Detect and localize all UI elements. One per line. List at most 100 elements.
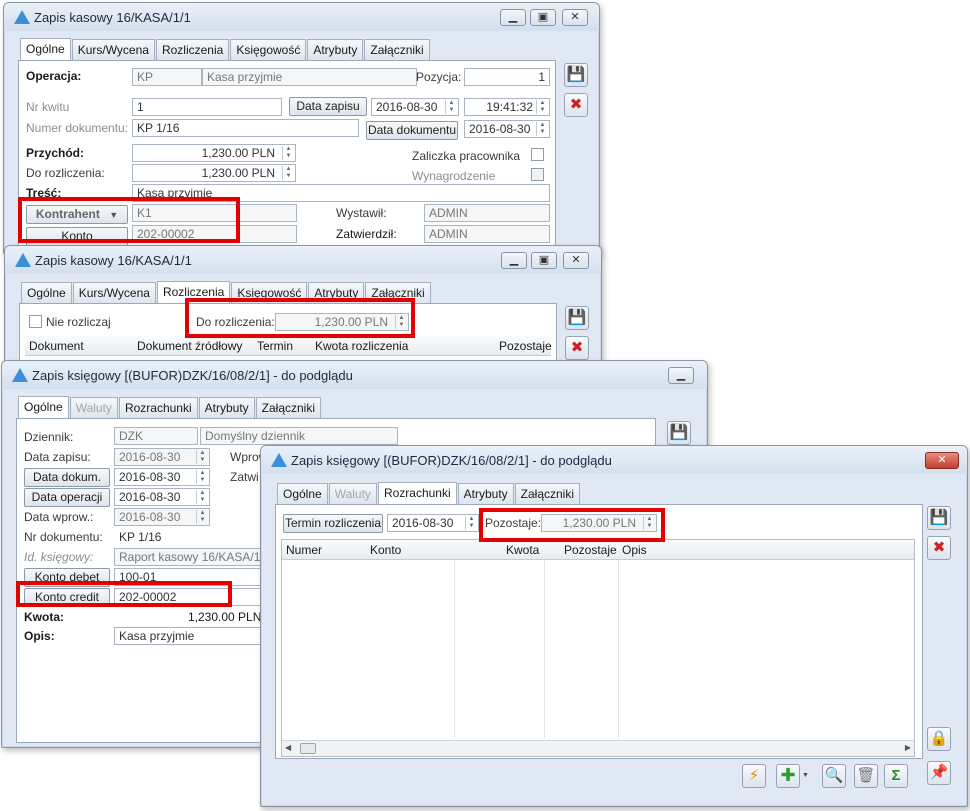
column-header[interactable]: Numer — [286, 543, 322, 557]
tab-atrybuty[interactable]: Atrybuty — [457, 483, 514, 504]
dziennik-name-field[interactable]: Domyślny dziennik — [200, 427, 398, 445]
save-icon[interactable]: 💾 — [667, 421, 691, 445]
column-header[interactable]: Konto — [370, 543, 401, 557]
save-icon[interactable]: 💾 — [927, 506, 951, 530]
tab-ksiegowosc[interactable]: Księgowość — [230, 39, 307, 60]
close-button[interactable]: ✕ — [925, 452, 959, 469]
termin-rozliczenia-field[interactable]: 2016-08-30 ▲ ▼ — [387, 514, 479, 532]
spinner-icon[interactable]: ▲ ▼ — [465, 516, 477, 530]
dziennik-label: Dziennik: — [24, 430, 74, 444]
tab-zalaczniki[interactable]: Załączniki — [364, 39, 430, 60]
tab-ogolne[interactable]: Ogólne — [18, 396, 69, 419]
tab-zalaczniki[interactable]: Załączniki — [255, 397, 322, 418]
column-header[interactable]: Dokument — [29, 339, 84, 353]
data-zapisu-button[interactable]: Data zapisu — [289, 97, 367, 116]
spinner-icon[interactable]: ▲ ▼ — [196, 470, 208, 484]
tab-ogolne[interactable]: Ogólne — [21, 282, 72, 303]
column-header[interactable]: Kwota — [506, 543, 539, 557]
tab-rozliczenia[interactable]: Rozliczenia — [155, 39, 230, 60]
column-header[interactable]: Pozostaje — [499, 339, 552, 353]
id-ksiegowy-field[interactable]: Raport kasowy 16/KASA/1 — [114, 548, 264, 566]
spinner-icon[interactable]: ▲ ▼ — [536, 122, 548, 136]
spinner-icon[interactable]: ▲ ▼ — [536, 100, 548, 114]
tab-atrybuty[interactable]: Atrybuty — [198, 397, 255, 418]
spinner-icon[interactable]: ▲ ▼ — [196, 490, 208, 504]
data-operacji-field[interactable]: 2016-08-30 ▲ ▼ — [114, 488, 210, 506]
tab-rozrachunki[interactable]: Rozrachunki — [377, 482, 457, 505]
nr-dokumentu-label: Nr dokumentu: — [24, 530, 103, 544]
column-header[interactable]: Kwota rozliczenia — [315, 339, 408, 353]
operacja-name-field[interactable]: Kasa przyjmie — [202, 68, 417, 86]
tab-kurs-wycena[interactable]: Kurs/Wycena — [71, 39, 155, 60]
minimize-button[interactable]: ▁ — [668, 367, 694, 384]
data-dokumentu-field[interactable]: 2016-08-30 ▲ ▼ — [114, 468, 210, 486]
trash-icon[interactable]: 🗑 — [854, 764, 878, 788]
spinner-icon[interactable]: ▲ ▼ — [196, 450, 208, 464]
wynagrodzenie-checkbox[interactable] — [531, 168, 544, 181]
search-icon[interactable]: 🔍 — [822, 764, 846, 788]
tab-zalaczniki[interactable]: Załączniki — [514, 483, 581, 504]
data-dokumentu-field[interactable]: 2016-08-30 ▲ ▼ — [464, 120, 550, 138]
save-icon[interactable]: 💾 — [564, 63, 588, 87]
do-rozliczenia-field[interactable]: 1,230.00 PLN ▲ ▼ — [132, 164, 296, 182]
scroll-right-icon[interactable]: ▶ — [905, 743, 911, 752]
pozycja-field[interactable]: 1 — [464, 68, 550, 86]
scroll-thumb[interactable] — [300, 743, 316, 754]
nr-dokumentu-field[interactable]: KP 1/16 — [114, 528, 264, 546]
column-header[interactable]: Dokument źródłowy — [137, 339, 242, 353]
close-button[interactable]: ✕ — [563, 252, 589, 269]
opis-field[interactable]: Kasa przyjmie — [114, 627, 264, 645]
sigma-icon[interactable]: Σ — [884, 764, 908, 788]
minimize-button[interactable]: ▁ — [500, 9, 526, 26]
spinner-icon[interactable]: ▲ ▼ — [445, 100, 457, 114]
spinner-icon[interactable]: ▲ ▼ — [196, 510, 208, 524]
data-dokumentu-button[interactable]: Data dokum. — [24, 468, 110, 487]
tab-rozrachunki[interactable]: Rozrachunki — [118, 397, 198, 418]
column-header[interactable]: Pozostaje — [564, 543, 617, 557]
dziennik-code-field[interactable]: DZK — [114, 427, 198, 445]
spinner-icon[interactable]: ▲ ▼ — [282, 146, 294, 160]
lightning-icon[interactable]: ⚡ — [742, 764, 766, 788]
numer-dokumentu-field[interactable]: KP 1/16 — [132, 119, 359, 137]
column-header[interactable]: Opis — [622, 543, 647, 557]
save-icon[interactable]: 💾 — [565, 306, 589, 330]
data-operacji-button[interactable]: Data operacji — [24, 488, 110, 507]
nr-kwitu-field[interactable]: 1 — [132, 98, 282, 116]
tab-kurs-wycena[interactable]: Kurs/Wycena — [72, 282, 156, 303]
close-button[interactable]: ✕ — [562, 9, 588, 26]
spinner-icon[interactable]: ▲ ▼ — [282, 166, 294, 180]
maximize-button[interactable]: ▣ — [531, 252, 557, 269]
title-bar[interactable]: Zapis księgowy [(BUFOR)DZK/16/08/2/1] - … — [261, 446, 967, 474]
operacja-code-field[interactable]: KP — [132, 68, 202, 86]
nie-rozliczaj-checkbox[interactable] — [29, 315, 42, 328]
title-bar[interactable]: Zapis kasowy 16/KASA/1/1 ▁ ▣ ✕ — [5, 246, 601, 274]
data-dokumentu-button[interactable]: Data dokumentu — [366, 121, 458, 140]
wystawil-field[interactable]: ADMIN — [424, 204, 550, 222]
cancel-icon[interactable]: ✖ — [565, 336, 589, 360]
title-bar[interactable]: Zapis kasowy 16/KASA/1/1 ▁ ▣ ✕ — [4, 3, 599, 31]
zaliczka-checkbox[interactable] — [531, 148, 544, 161]
data-wprowadzenia-field[interactable]: 2016-08-30 ▲ ▼ — [114, 508, 210, 526]
horizontal-scrollbar[interactable]: ◀ ▶ — [282, 740, 914, 756]
zatwierdzil-field[interactable]: ADMIN — [424, 225, 550, 243]
data-zapisu-field[interactable]: 2016-08-30 ▲ ▼ — [371, 98, 459, 116]
lock-icon[interactable]: 🔒 — [927, 727, 951, 751]
pin-icon[interactable]: 📌 — [927, 761, 951, 785]
title-bar[interactable]: Zapis księgowy [(BUFOR)DZK/16/08/2/1] - … — [2, 361, 707, 389]
add-icon[interactable]: ✚ — [776, 764, 800, 788]
tab-ogolne[interactable]: Ogólne — [277, 483, 328, 504]
minimize-button[interactable]: ▁ — [501, 252, 527, 269]
add-dropdown-icon[interactable]: ▼ — [802, 767, 812, 785]
maximize-button[interactable]: ▣ — [530, 9, 556, 26]
termin-rozliczenia-button[interactable]: Termin rozliczenia — [283, 514, 383, 533]
tab-ogolne[interactable]: Ogólne — [20, 38, 71, 61]
column-header[interactable]: Termin — [257, 339, 293, 353]
cancel-icon[interactable]: ✖ — [564, 93, 588, 117]
data-zapisu-field[interactable]: 2016-08-30 ▲ ▼ — [114, 448, 210, 466]
settlements-grid[interactable]: Numer Konto Kwota Pozostaje Opis ◀ ▶ — [281, 539, 915, 757]
tab-atrybuty[interactable]: Atrybuty — [307, 39, 364, 60]
przychod-field[interactable]: 1,230.00 PLN ▲ ▼ — [132, 144, 296, 162]
cancel-icon[interactable]: ✖ — [927, 536, 951, 560]
scroll-left-icon[interactable]: ◀ — [285, 743, 291, 752]
time-field[interactable]: 19:41:32 ▲ ▼ — [464, 98, 550, 116]
